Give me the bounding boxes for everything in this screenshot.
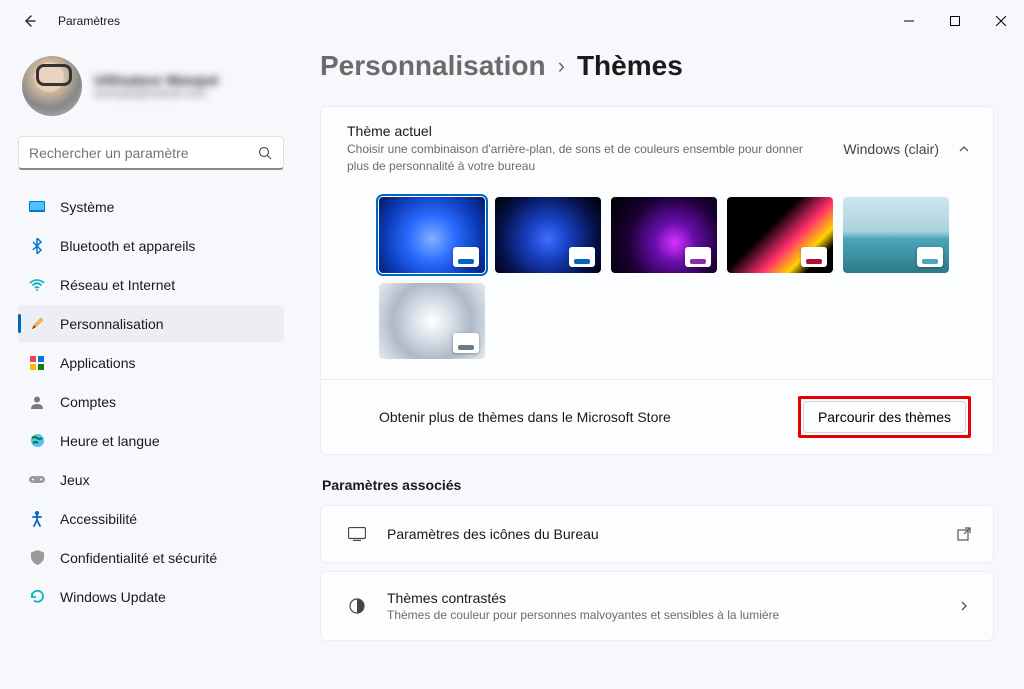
profile-email: exemple@outlook.com [94,88,218,100]
theme-grid [321,189,993,379]
breadcrumb-current: Thèmes [577,50,683,82]
minimize-button[interactable] [886,0,932,42]
nav-label: Confidentialité et sécurité [60,550,217,566]
nav-label: Applications [60,355,136,371]
chevron-right-icon: › [558,53,565,79]
browse-themes-button[interactable]: Parcourir des thèmes [803,401,966,433]
nav-personalization[interactable]: Personnalisation [18,305,284,342]
desktop-icon [347,524,367,544]
related-heading: Paramètres associés [322,477,994,493]
nav-label: Windows Update [60,589,166,605]
search-box[interactable] [18,136,284,170]
nav-privacy[interactable]: Confidentialité et sécurité [18,539,284,576]
breadcrumb-parent[interactable]: Personnalisation [320,50,546,82]
footer-text: Obtenir plus de thèmes dans le Microsoft… [379,409,798,425]
theme-card-footer: Obtenir plus de thèmes dans le Microsoft… [321,379,993,454]
accessibility-icon [28,510,46,528]
back-button[interactable] [20,12,38,30]
apps-icon [28,354,46,372]
nav-bluetooth[interactable]: Bluetooth et appareils [18,227,284,264]
nav-accounts[interactable]: Comptes [18,383,284,420]
desktop-icons-card[interactable]: Paramètres des icônes du Bureau [320,505,994,563]
search-input[interactable] [29,145,257,161]
wifi-icon [28,276,46,294]
nav-accessibility[interactable]: Accessibilité [18,500,284,537]
paintbrush-icon [28,315,46,333]
external-icon [957,527,971,541]
theme-option-3[interactable] [727,197,833,273]
shield-icon [28,549,46,567]
highlight-box: Parcourir des thèmes [798,396,971,438]
nav-system[interactable]: Système [18,188,284,225]
card-title: Thème actuel [347,123,825,139]
theme-option-1[interactable] [495,197,601,273]
contrast-icon [347,596,367,616]
person-icon [28,393,46,411]
card-subtitle: Choisir une combinaison d'arrière-plan, … [347,141,807,175]
bluetooth-icon [28,237,46,255]
chevron-up-icon [957,142,971,156]
theme-option-2[interactable] [611,197,717,273]
nav-apps[interactable]: Applications [18,344,284,381]
update-icon [28,588,46,606]
sidebar: Utilisateur Masqué exemple@outlook.com S… [0,42,300,689]
row-title: Paramètres des icônes du Bureau [387,526,937,542]
search-icon [257,145,273,161]
theme-option-0[interactable] [379,197,485,273]
window-controls [886,0,1024,42]
nav-label: Heure et langue [60,433,160,449]
profile-text: Utilisateur Masqué exemple@outlook.com [94,72,218,100]
row-subtitle: Thèmes de couleur pour personnes malvoya… [387,608,937,622]
nav-time[interactable]: Heure et langue [18,422,284,459]
contrast-themes-card[interactable]: Thèmes contrastés Thèmes de couleur pour… [320,571,994,641]
nav-label: Comptes [60,394,116,410]
nav-label: Système [60,199,114,215]
nav-gaming[interactable]: Jeux [18,461,284,498]
titlebar: Paramètres [0,0,1024,42]
nav-update[interactable]: Windows Update [18,578,284,615]
main-content: Personnalisation › Thèmes Thème actuel C… [300,42,1024,689]
theme-option-5[interactable] [379,283,485,359]
nav-network[interactable]: Réseau et Internet [18,266,284,303]
theme-card-header[interactable]: Thème actuel Choisir une combinaison d'a… [321,107,993,189]
globe-icon [28,432,46,450]
close-button[interactable] [978,0,1024,42]
profile-name: Utilisateur Masqué [94,72,218,88]
nav-label: Personnalisation [60,316,164,332]
nav-label: Accessibilité [60,511,137,527]
chevron-right-icon [957,599,971,613]
row-title: Thèmes contrastés [387,590,937,606]
system-icon [28,198,46,216]
maximize-button[interactable] [932,0,978,42]
nav-label: Jeux [60,472,90,488]
profile-block[interactable]: Utilisateur Masqué exemple@outlook.com [18,42,284,136]
gamepad-icon [28,471,46,489]
nav-list: Système Bluetooth et appareils Réseau et… [18,188,284,615]
theme-option-4[interactable] [843,197,949,273]
avatar [22,56,82,116]
current-theme-card: Thème actuel Choisir une combinaison d'a… [320,106,994,455]
current-theme-value: Windows (clair) [843,141,939,157]
breadcrumb: Personnalisation › Thèmes [320,50,994,82]
nav-label: Bluetooth et appareils [60,238,195,254]
nav-label: Réseau et Internet [60,277,175,293]
window-title: Paramètres [58,14,120,28]
